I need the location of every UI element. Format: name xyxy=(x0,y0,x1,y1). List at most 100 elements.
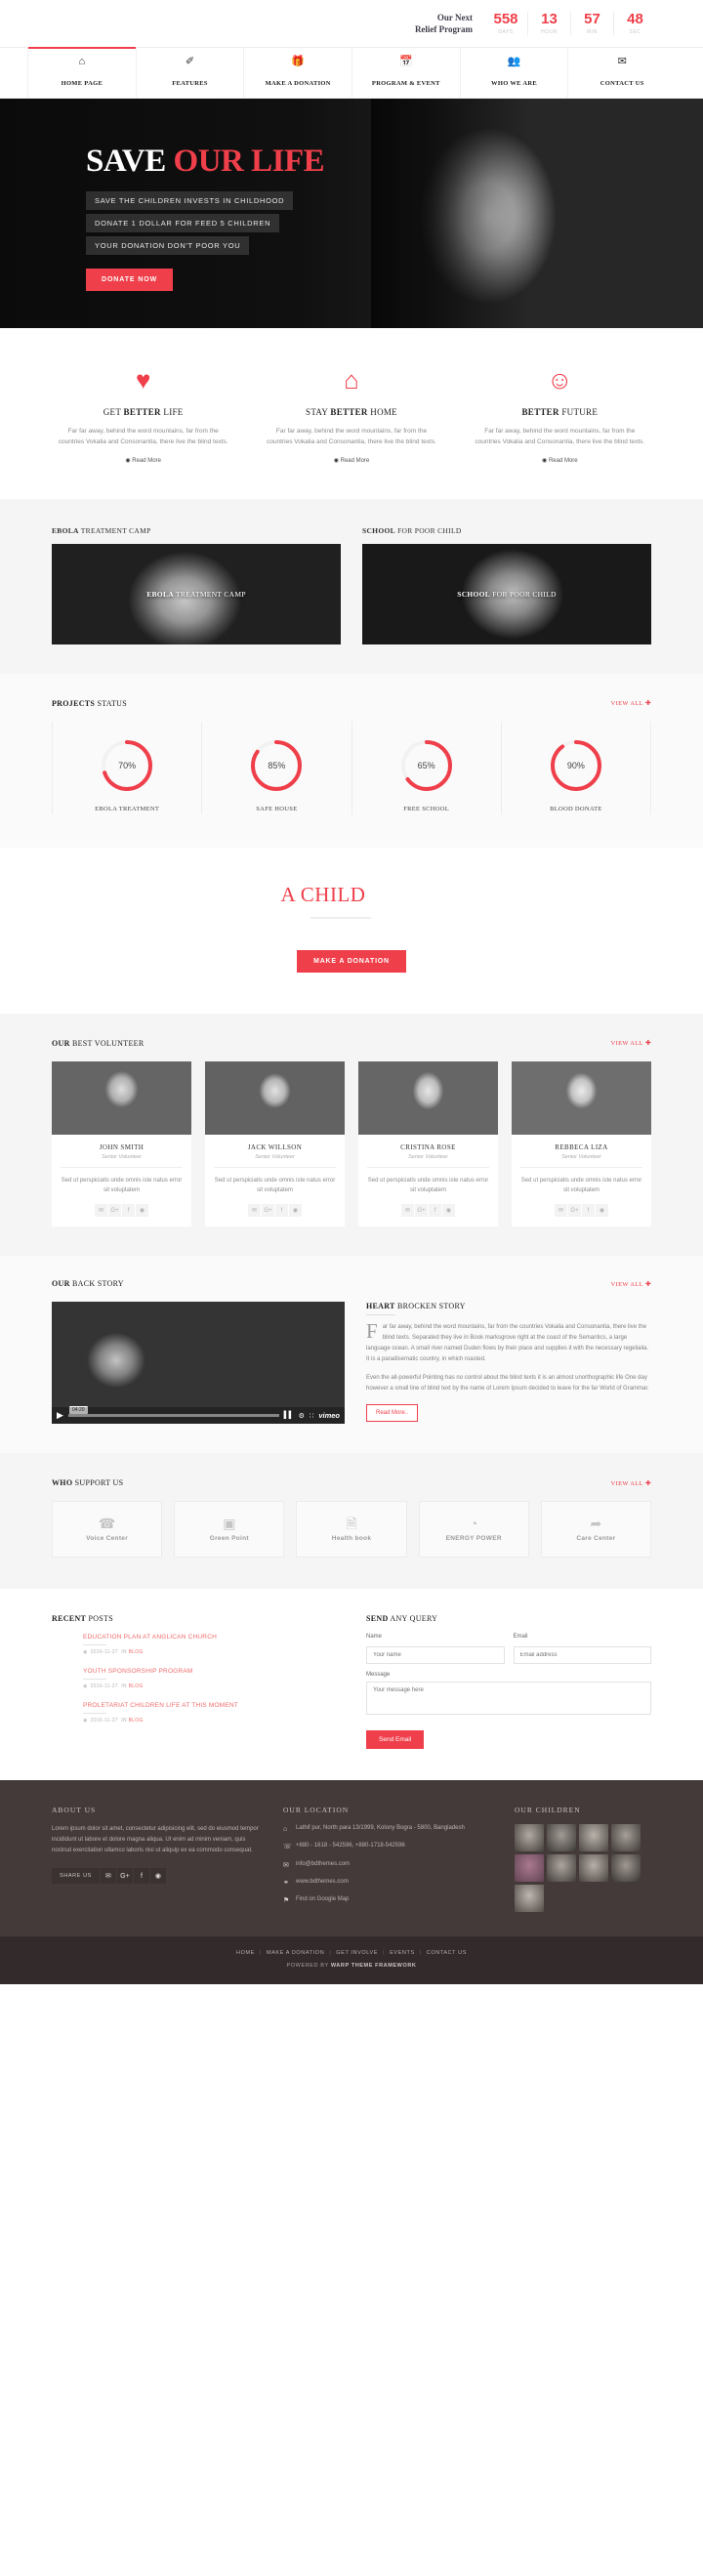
feature-readmore-1[interactable]: ◉ Read More xyxy=(57,457,229,464)
hero-tagline-2: DONATE 1 DOLLAR FOR FEED 5 CHILDREN xyxy=(86,214,280,232)
volunteer-social-2: ✉ G+ f ◉ xyxy=(367,1204,489,1218)
child-thumbnail[interactable] xyxy=(547,1854,576,1883)
nav-item-program-event[interactable]: 📅 PROGRAM & EVENT xyxy=(352,48,460,98)
sponsor-card-care-center[interactable]: ➦ Care Center xyxy=(540,1501,652,1558)
child-thumbnail[interactable] xyxy=(515,1824,544,1852)
volunteer-social-0: ✉ G+ f ◉ xyxy=(61,1204,183,1218)
facebook-icon[interactable]: f xyxy=(275,1204,288,1218)
message-textarea[interactable] xyxy=(366,1682,651,1716)
clock-icon: ◉ xyxy=(83,1718,88,1724)
nav-item-who-we-are[interactable]: 👥 WHO WE ARE xyxy=(459,48,568,98)
footer-nav-contact-us[interactable]: CONTACT US xyxy=(427,1950,467,1956)
footer-map-row[interactable]: ⚑ Find on Google Map xyxy=(283,1895,493,1906)
instagram-icon[interactable]: ◉ xyxy=(289,1204,302,1218)
sponsor-card-health-book[interactable]: 🗎 Health book xyxy=(296,1501,407,1558)
camp-card-ebola[interactable]: EBOLA TREATMENT CAMP EBOLA TREATMENT CAM… xyxy=(52,526,341,644)
settings-gear-icon[interactable]: ⚙ xyxy=(299,1412,305,1420)
sponsor-card-voice-center[interactable]: ☎ Voice Center xyxy=(52,1501,163,1558)
volunteer-role-0: Senior Volunteer xyxy=(61,1154,183,1168)
child-thumbnail[interactable] xyxy=(579,1824,608,1852)
play-icon[interactable]: ▶ xyxy=(57,1410,63,1421)
child-thumbnail[interactable] xyxy=(611,1854,641,1883)
back-story-view-all-link[interactable]: VIEW ALL ✚ xyxy=(611,1280,651,1288)
donate-now-button[interactable]: DONATE NOW xyxy=(86,269,174,291)
feature-title-1-bold: BETTER xyxy=(123,407,161,417)
post-meta-1: ◉ 2016-11-27 IN BLOG xyxy=(83,1683,337,1689)
footer-nav-home[interactable]: HOME xyxy=(236,1950,255,1956)
instagram-icon[interactable]: ◉ xyxy=(442,1204,455,1218)
sponsor-card-green-point[interactable]: ▣ Green Point xyxy=(174,1501,285,1558)
twitter-icon[interactable]: ✉ xyxy=(401,1204,414,1218)
footer-website-row[interactable]: ⚭ www.bdthemes.com xyxy=(283,1878,493,1889)
vimeo-logo[interactable]: vimeo xyxy=(318,1411,340,1420)
post-meta-0: ◉ 2016-11-27 IN BLOG xyxy=(83,1649,337,1655)
twitter-icon[interactable]: ✉ xyxy=(248,1204,261,1218)
twitter-icon[interactable]: ✉ xyxy=(95,1204,107,1218)
footer-nav-make-a-donation[interactable]: MAKE A DONATION xyxy=(267,1950,324,1956)
footer-email-row[interactable]: ✉ info@bdthemes.com xyxy=(283,1860,493,1871)
google-plus-icon[interactable]: G+ xyxy=(108,1204,121,1218)
nav-item-features[interactable]: ✐ FEATURES xyxy=(135,48,244,98)
google-plus-icon[interactable]: G+ xyxy=(262,1204,274,1218)
child-thumbnail[interactable] xyxy=(611,1824,641,1852)
nav-item-home-page[interactable]: ⌂ HOME PAGE xyxy=(27,47,136,98)
nav-item-make-a-donation[interactable]: 🎁 MAKE A DONATION xyxy=(243,48,352,98)
query-form-title-rest: ANY QUERY xyxy=(388,1614,438,1624)
footer-nav-events[interactable]: EVENTS xyxy=(390,1950,415,1956)
features-section: ♥ GET BETTER LIFE Far far away, behind t… xyxy=(0,328,703,499)
volunteer-avatar-0 xyxy=(52,1060,191,1135)
video-player[interactable]: 04:20 ▶ ▌▌ ⚙ ∷ vimeo xyxy=(52,1302,345,1425)
post-date-0: 2016-11-27 xyxy=(90,1649,118,1656)
google-plus-icon[interactable]: G+ xyxy=(568,1204,581,1218)
child-thumbnail[interactable] xyxy=(579,1854,608,1883)
video-progress-bar[interactable] xyxy=(67,1414,279,1418)
twitter-icon[interactable]: ✉ xyxy=(100,1868,116,1885)
google-plus-icon[interactable]: G+ xyxy=(116,1868,133,1885)
footer-nav-get-involve[interactable]: GET INVOLVE xyxy=(336,1950,378,1956)
post-category-1[interactable]: BLOG xyxy=(129,1683,144,1689)
volunteer-name-0: JOHN SMITH xyxy=(99,1143,145,1151)
feature-readmore-3[interactable]: ◉ Read More xyxy=(474,457,646,464)
post-title-2[interactable]: PROLETARIAT CHILDREN LIFE AT THIS MOMENT xyxy=(83,1702,337,1709)
facebook-icon[interactable]: f xyxy=(133,1868,149,1885)
post-title-0[interactable]: EDUCATION PLAN AT ANGLICAN CHURCH xyxy=(83,1634,337,1641)
facebook-icon[interactable]: f xyxy=(429,1204,441,1218)
instagram-icon[interactable]: ◉ xyxy=(149,1868,166,1885)
post-in-1: IN xyxy=(121,1683,127,1690)
twitter-icon[interactable]: ✉ xyxy=(555,1204,567,1218)
countdown-sec-unit: SEC xyxy=(629,28,641,35)
footer-phone-row: ☏ +880 - 1618 - 542596, +880-1718-542596 xyxy=(283,1842,493,1852)
fullscreen-icon[interactable]: ∷ xyxy=(310,1412,313,1420)
projects-view-all-link[interactable]: VIEW ALL ✚ xyxy=(611,699,651,707)
footer-phone-text: +880 - 1618 - 542596, +880-1718-542596 xyxy=(296,1843,405,1849)
nav-item-contact-us[interactable]: ✉ CONTACT US xyxy=(567,48,676,98)
camp-card-school[interactable]: SCHOOL FOR POOR CHILD SCHOOL FOR POOR CH… xyxy=(362,526,651,644)
google-plus-icon[interactable]: G+ xyxy=(415,1204,428,1218)
feature-title-2: STAY BETTER HOME xyxy=(265,407,437,417)
supporters-view-all-link[interactable]: VIEW ALL ✚ xyxy=(611,1479,651,1487)
countdown-hour-value: 13 xyxy=(541,11,558,28)
instagram-icon[interactable]: ◉ xyxy=(136,1204,148,1218)
donut-value-3: 90% xyxy=(566,760,585,770)
child-thumbnail[interactable] xyxy=(515,1854,544,1883)
article-read-more-button[interactable]: Read More.. xyxy=(366,1403,419,1422)
name-input[interactable] xyxy=(366,1646,505,1665)
instagram-icon[interactable]: ◉ xyxy=(596,1204,608,1218)
sponsor-card-energy-power[interactable]: ◔ ENERGY POWER xyxy=(418,1501,529,1558)
make-a-donation-button[interactable]: MAKE A DONATION xyxy=(297,949,406,973)
facebook-icon[interactable]: f xyxy=(122,1204,135,1218)
email-input[interactable] xyxy=(513,1646,651,1665)
volunteers-view-all-link[interactable]: VIEW ALL ✚ xyxy=(611,1039,651,1047)
volume-icon[interactable]: ▌▌ xyxy=(284,1412,294,1419)
facebook-icon[interactable]: f xyxy=(582,1204,595,1218)
feature-readmore-2[interactable]: ◉ Read More xyxy=(265,457,437,464)
footer-email-text: info@bdthemes.com xyxy=(296,1860,351,1867)
post-category-2[interactable]: BLOG xyxy=(129,1718,144,1724)
volunteer-name-2: CRISTINA ROSE xyxy=(400,1143,456,1151)
child-thumbnail[interactable] xyxy=(547,1824,576,1852)
post-title-1[interactable]: YOUTH SPONSORSHIP PROGRAM xyxy=(83,1668,337,1675)
child-thumbnail[interactable] xyxy=(515,1885,544,1913)
send-email-button[interactable]: Send Email xyxy=(366,1730,425,1750)
post-category-0[interactable]: BLOG xyxy=(129,1649,144,1655)
